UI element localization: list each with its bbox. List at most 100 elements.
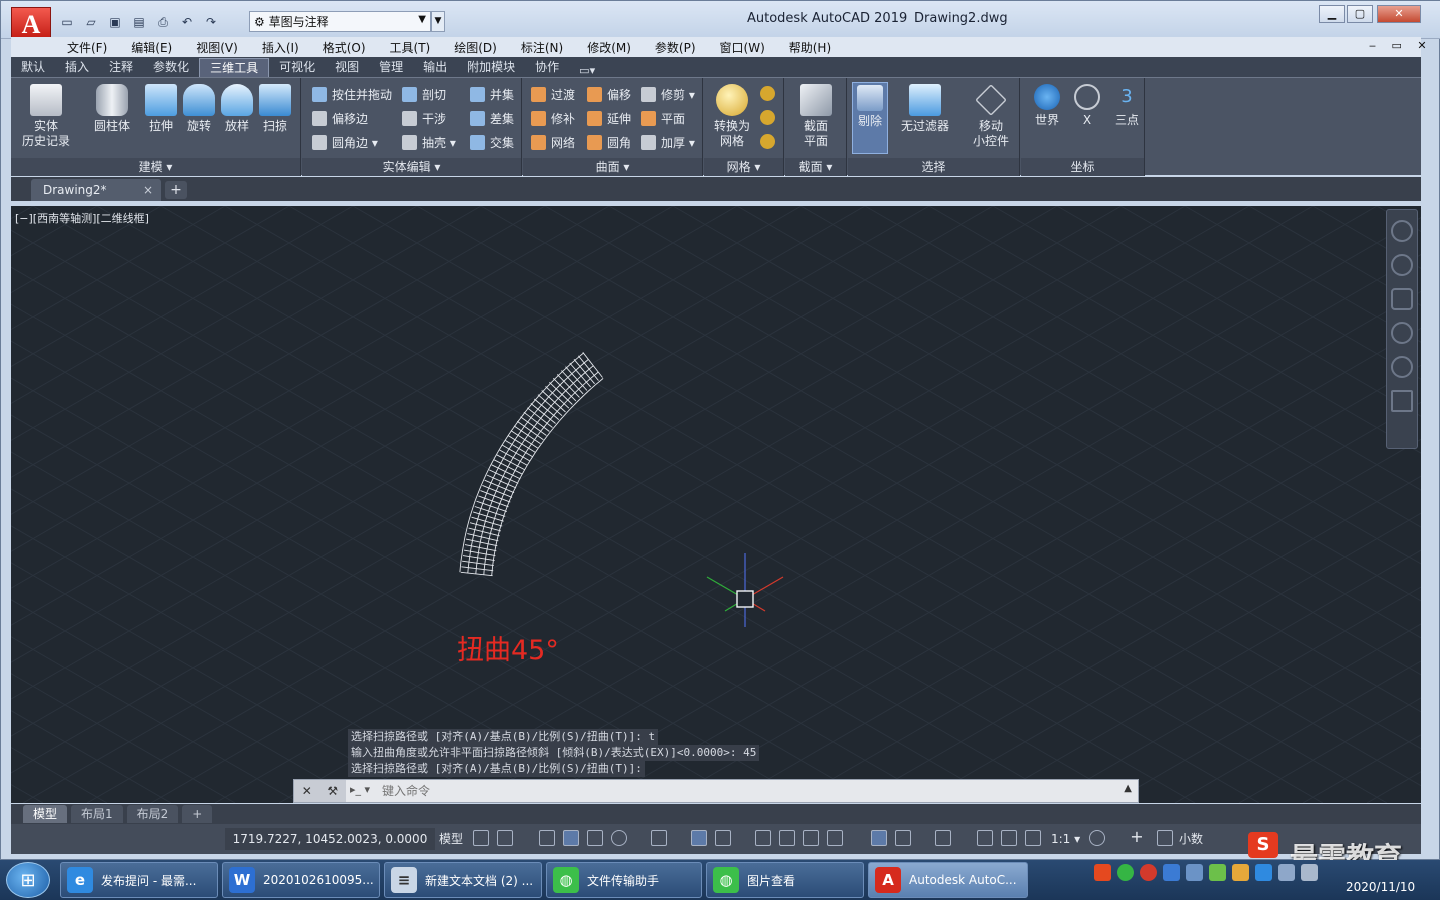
volume-icon[interactable] [1301, 864, 1318, 881]
command-input[interactable] [382, 782, 1102, 800]
taskbar-item[interactable]: ◍ 文件传输助手 [546, 862, 702, 898]
ribbon-tab[interactable]: 三维工具 [199, 58, 270, 77]
transparency-icon[interactable] [779, 830, 795, 846]
taskbar-item[interactable]: W 2020102610095... [222, 862, 380, 898]
command-prompt-icon[interactable]: ▸_ ▾ [350, 783, 370, 796]
patch-button[interactable]: 修补 [531, 108, 575, 128]
menu-item[interactable]: 绘图(D) [442, 39, 509, 56]
annotation-scale-icon[interactable] [1025, 830, 1041, 846]
new-tab-button[interactable]: + [165, 181, 187, 199]
ribbon-tab[interactable]: 注释 [99, 58, 143, 77]
menu-item[interactable]: 窗口(W) [708, 39, 777, 56]
new-file-icon[interactable]: ▭ [57, 13, 77, 31]
wechat-tray-icon[interactable] [1117, 864, 1134, 881]
ucs-3point-button[interactable]: 3 三点 [1109, 82, 1145, 128]
pan-hand-icon[interactable] [1391, 288, 1413, 310]
layout-tab[interactable]: 模型 [23, 805, 68, 823]
security-shield-icon[interactable] [1163, 864, 1180, 881]
annotation-scale-select[interactable]: 1:1 ▾ [1051, 828, 1080, 850]
wrench-icon[interactable]: ⚒ [327, 784, 338, 798]
extrude-button[interactable]: 拉伸 [141, 82, 181, 134]
3d-osnap-icon[interactable] [827, 830, 843, 846]
layout-tab[interactable]: + [182, 805, 213, 823]
planar-button[interactable]: 平面 [641, 108, 685, 128]
taskbar-item[interactable]: A Autodesk AutoC... [868, 862, 1028, 898]
culling-button[interactable]: 剔除 [852, 82, 888, 154]
menu-item[interactable]: 文件(F) [55, 39, 119, 56]
lineweight-icon[interactable] [755, 830, 771, 846]
menu-item[interactable]: 插入(I) [250, 39, 311, 56]
ucs-x-button[interactable]: X [1069, 82, 1105, 128]
layout-tab[interactable]: 布局2 [126, 805, 179, 823]
undo-icon[interactable]: ↶ [177, 13, 197, 31]
panel-title[interactable]: 建模 ▾ [11, 158, 300, 176]
interfere-button[interactable]: 干涉 [402, 108, 446, 128]
menu-item[interactable]: 参数(P) [643, 39, 708, 56]
ribbon-tab[interactable]: 协作 [525, 58, 569, 77]
menu-item[interactable]: 编辑(E) [119, 39, 184, 56]
minimize-button[interactable]: ▁ [1319, 5, 1345, 23]
cylinder-button[interactable]: 圆柱体 [91, 82, 133, 134]
autocad-logo-button[interactable]: A [11, 7, 51, 41]
offset-edge-button[interactable]: 偏移边 [312, 108, 368, 128]
slice-button[interactable]: 剖切 [402, 84, 446, 104]
zoom-icon[interactable] [1391, 322, 1413, 344]
blend-button[interactable]: 过渡 [531, 84, 575, 104]
osnap-icon[interactable] [715, 830, 731, 846]
selection-cycling-icon[interactable] [803, 830, 819, 846]
extend-button[interactable]: 延伸 [587, 108, 631, 128]
mesh-refine-icon[interactable] [760, 110, 775, 125]
sogou-ime-icon[interactable] [1094, 864, 1111, 881]
start-button[interactable]: ⊞ [6, 862, 50, 898]
model-space-button[interactable]: 模型 [439, 828, 463, 850]
viewcube-icon[interactable] [1391, 220, 1413, 242]
ribbon-tab[interactable]: 参数化 [143, 58, 199, 77]
sweep-solid-wireframe[interactable] [11, 206, 1421, 803]
isodraft-icon[interactable] [651, 830, 667, 846]
taskbar-item[interactable]: ◍ 图片查看 [706, 862, 864, 898]
plus-icon[interactable]: + [1129, 829, 1145, 846]
save-icon[interactable]: ▣ [105, 13, 125, 31]
panel-title[interactable]: 截面 ▾ [785, 158, 846, 176]
menu-item[interactable]: 修改(M) [575, 39, 643, 56]
ribbon-tab[interactable]: 默认 [11, 58, 55, 77]
steering-wheel-icon[interactable] [1391, 254, 1413, 276]
grid-icon[interactable] [473, 830, 489, 846]
qq-icon[interactable] [1255, 864, 1272, 881]
menu-item[interactable]: 标注(N) [509, 39, 575, 56]
drawing-canvas[interactable]: [−][西南等轴测][二维线框] 扭曲45° [11, 206, 1421, 803]
solid-history-button[interactable]: 实体 历史记录 [19, 82, 73, 149]
close-icon[interactable]: ✕ [302, 784, 312, 798]
loft-button[interactable]: 放样 [217, 82, 257, 134]
intersect-button[interactable]: 交集 [470, 132, 514, 152]
thicken-button[interactable]: 加厚 ▾ [641, 132, 695, 152]
ribbon-tab[interactable]: 可视化 [269, 58, 325, 77]
fillet-surface-button[interactable]: 圆角 [587, 132, 631, 152]
selection-filter-icon[interactable] [895, 830, 911, 846]
mesh-smooth-icon[interactable] [760, 86, 775, 101]
close-icon[interactable]: × [143, 179, 153, 201]
move-gizmo-button[interactable]: 移动 小控件 [966, 82, 1016, 149]
ucs-world-button[interactable]: 世界 [1029, 82, 1065, 128]
panel-title[interactable]: 实体编辑 ▾ [302, 158, 521, 176]
qat-customize-button[interactable]: ▼ [431, 11, 445, 32]
units-select[interactable]: 小数 [1179, 828, 1203, 850]
union-button[interactable]: 并集 [470, 84, 514, 104]
clock-date[interactable]: 2020/11/10 [1346, 880, 1415, 894]
tray-app-icon[interactable] [1232, 864, 1249, 881]
network-icon[interactable] [1186, 864, 1203, 881]
panel-title[interactable]: 网格 ▾ [704, 158, 783, 176]
mesh-crease-icon[interactable] [760, 134, 775, 149]
menu-item[interactable]: 格式(O) [311, 39, 378, 56]
nvidia-icon[interactable] [1209, 864, 1226, 881]
workspace-gear-icon[interactable] [1089, 830, 1105, 846]
ribbon-tab[interactable]: 管理 [369, 58, 413, 77]
taskbar-item[interactable]: e 发布提问 - 最需... [60, 862, 218, 898]
gizmo-status-icon[interactable] [935, 830, 951, 846]
no-filter-button[interactable]: 无过滤器 [898, 82, 952, 134]
subtract-button[interactable]: 差集 [470, 108, 514, 128]
maximize-button[interactable]: ▢ [1347, 5, 1373, 23]
offset-surface-button[interactable]: 偏移 [587, 84, 631, 104]
ribbon-tab[interactable]: 附加模块 [457, 58, 525, 77]
section-plane-button[interactable]: 截面 平面 [793, 82, 839, 149]
